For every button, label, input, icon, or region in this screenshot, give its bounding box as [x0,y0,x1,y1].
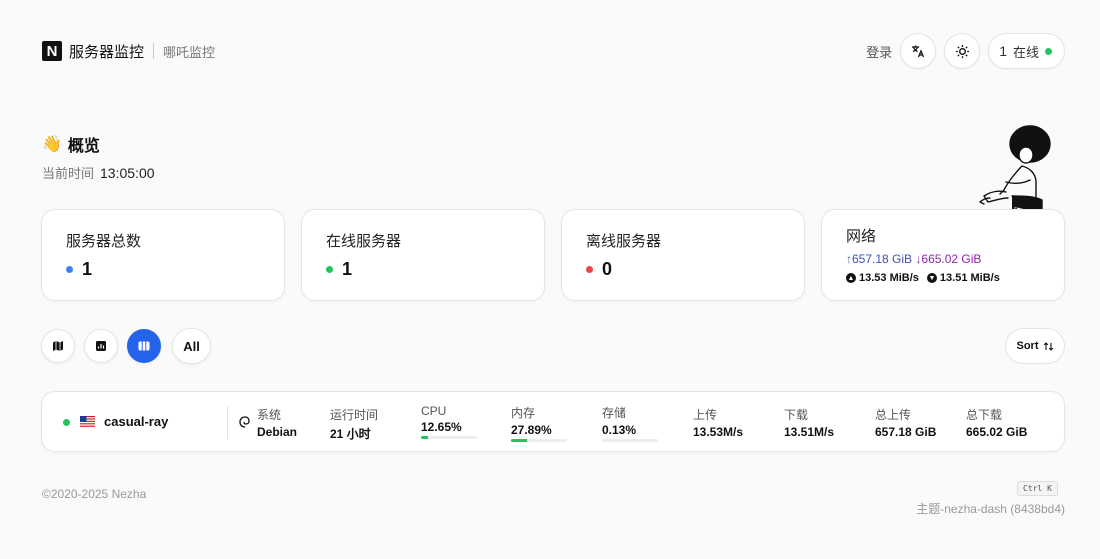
server-name[interactable]: casual-ray [104,414,168,429]
uptime-column: 运行时间 21 小时 [330,406,378,442]
stat-value-online: 1 [342,259,353,279]
brand-divider [153,43,155,59]
translate-icon [912,45,925,58]
stat-dot-offline [586,266,593,273]
network-upload-total: ↑657.18 GiB [846,252,913,266]
sort-button[interactable]: Sort [1005,328,1065,364]
network-download-total: ↓665.02 GiB [915,252,982,266]
overview-title: 👋 概览 [42,132,155,156]
cpu-column: CPU 12.65% [421,404,477,439]
upload-column: 上传 13.53M/s [693,406,743,439]
memory-bar-fill [511,439,527,442]
online-count: 1 [999,43,1007,59]
header: N 服务器监控 哪吒监控 登录 1 在线 [42,33,1065,69]
stat-label-offline: 离线服务器 [586,233,662,250]
uptime-value: 21 小时 [330,427,371,441]
theme-info: 主题-nezha-dash (8438bd4) [916,502,1065,516]
server-divider [227,406,228,439]
os-value: Debian [257,425,298,439]
stat-value-offline: 0 [602,259,613,279]
disk-label: 存储 [602,406,627,420]
server-row[interactable]: casual-ray 系统 Debian 运行时间 21 小时 CPU 12.6… [41,391,1065,452]
cpu-bar [421,436,477,439]
total-upload-column: 总上传 657.18 GiB [875,406,936,439]
total-upload-label: 总上传 [875,408,912,422]
online-status-dot [1045,47,1052,55]
download-label: 下载 [784,408,809,422]
download-arrow-icon: ▼ [926,273,937,283]
stat-label-online: 在线服务器 [326,233,402,250]
time-value: 13:05:00 [100,165,155,181]
total-download-column: 总下载 665.02 GiB [966,406,1027,439]
overview-title-text: 概览 [67,138,100,155]
brand-subtitle: 哪吒监控 [163,44,216,60]
os-label: 系统 [257,408,282,422]
online-label: 在线 [1012,44,1039,60]
grid-view-button[interactable] [127,329,161,363]
stat-card-offline[interactable]: 离线服务器 0 [561,209,805,301]
columns-icon [138,341,150,351]
cpu-label: CPU [421,404,447,418]
stat-label-network: 网络 [846,228,877,245]
sun-icon [955,44,969,58]
network-download-speed: 13.51 MiB/s [939,272,1000,284]
memory-column: 内存 27.89% [511,404,567,442]
wave-icon: 👋 [42,136,62,153]
disk-column: 存储 0.13% [602,404,658,442]
memory-label: 内存 [511,406,536,420]
map-view-button[interactable] [41,329,75,363]
debian-icon [239,416,250,428]
memory-value: 27.89% [511,423,552,437]
network-upload-speed: 13.53 MiB/s [859,272,919,284]
brand-title[interactable]: 服务器监控 [69,41,144,62]
logo-icon[interactable]: N [42,41,62,61]
total-download-value: 665.02 GiB [966,425,1028,439]
disk-bar [602,439,658,442]
upload-arrow-icon: ▲ [846,273,856,283]
command-shortcut-hint[interactable]: Ctrl K [1017,481,1058,496]
total-download-label: 总下载 [966,408,1003,422]
disk-value: 0.13% [602,423,637,437]
map-icon [53,341,63,351]
overview-section: 👋 概览 当前时间 13:05:00 [42,132,155,182]
download-column: 下载 13.51M/s [784,406,834,439]
server-status-dot [63,419,70,426]
copyright: ©2020-2025 Nezha [42,487,147,501]
upload-label: 上传 [693,408,718,422]
os-column: 系统 Debian [257,406,297,439]
stat-label-total: 服务器总数 [66,233,142,250]
language-button[interactable] [900,33,937,69]
current-time: 当前时间 13:05:00 [42,163,155,182]
theme-toggle-button[interactable] [944,33,981,69]
uptime-label: 运行时间 [330,408,379,422]
network-speed: ▲ 13.53 MiB/s ▼ 13.51 MiB/s [846,272,1040,284]
stat-dot-total [66,266,73,273]
online-count-pill[interactable]: 1 在线 [988,33,1065,69]
login-link[interactable]: 登录 [866,42,892,61]
total-upload-value: 657.18 GiB [875,425,937,439]
download-value: 13.51M/s [784,425,835,439]
memory-bar [511,439,567,442]
stat-card-network[interactable]: 网络 ↑657.18 GiB ↓665.02 GiB ▲ 13.53 MiB/s… [821,209,1065,301]
stat-card-online[interactable]: 在线服务器 1 [301,209,545,301]
network-traffic: ↑657.18 GiB ↓665.02 GiB [846,252,1040,266]
sort-arrows-icon [1043,341,1053,351]
stat-dot-online [326,266,333,273]
sort-label: Sort [1016,340,1039,352]
chart-view-button[interactable] [84,329,118,363]
cpu-bar-fill [421,436,429,439]
stat-card-total[interactable]: 服务器总数 1 [41,209,285,301]
filter-all-button[interactable]: All [172,328,211,364]
time-label: 当前时间 [42,166,95,181]
chart-icon [96,341,106,351]
cpu-value: 12.65% [421,420,462,434]
us-flag-icon [80,416,95,427]
upload-value: 13.53M/s [693,425,744,439]
stat-value-total: 1 [82,259,93,279]
